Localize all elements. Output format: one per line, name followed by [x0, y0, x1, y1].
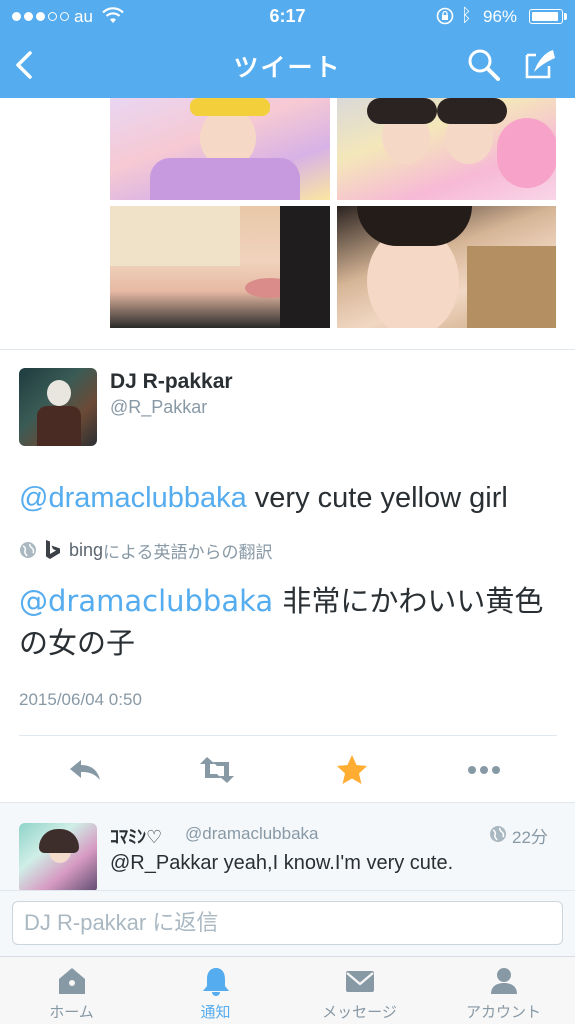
envelope-icon	[345, 971, 374, 992]
translation-note: による英語からの翻訳	[103, 542, 273, 562]
person-icon	[490, 968, 517, 994]
bell-icon	[202, 968, 229, 996]
translated-text: @dramaclubbaka 非常にかわいい黄色の女の子	[19, 580, 559, 664]
tweet-detail-screen: au 6:17 ᛒ 96% ツイート DJ R-pakkar @R_Pakkar…	[0, 0, 575, 1024]
tweet-detail: DJ R-pakkar @R_Pakkar @dramaclubbaka ver…	[0, 350, 575, 802]
reply-text: @R_Pakkar yeah,I know.I'm very cute.	[110, 852, 454, 874]
photo-thumbnail[interactable]	[110, 206, 330, 328]
battery-icon	[529, 9, 563, 24]
reply-author-name[interactable]: ｺﾏﾐﾝ♡	[110, 823, 162, 849]
tab-bar: ホーム 通知 メッセージ アカウント	[0, 956, 575, 1024]
battery-percent: 96%	[483, 7, 518, 26]
tab-messages[interactable]: メッセージ	[288, 957, 431, 1024]
tab-label: アカウント	[465, 1003, 541, 1021]
author-name[interactable]: DJ R-pakkar	[110, 370, 233, 394]
tab-label: ホーム	[49, 1003, 94, 1021]
mention-link[interactable]: @dramaclubbaka	[19, 584, 273, 618]
photo-thumbnail[interactable]	[110, 98, 330, 200]
reply-icon[interactable]	[67, 753, 103, 787]
home-icon	[58, 968, 85, 994]
bluetooth-icon: ᛒ	[461, 5, 472, 25]
tab-notifications[interactable]: 通知	[144, 957, 287, 1024]
globe-icon	[490, 826, 506, 842]
reply-tweet[interactable]: ｺﾏﾐﾝ♡ @dramaclubbaka 22分 @R_Pakkar yeah,…	[0, 802, 575, 893]
author-handle[interactable]: @R_Pakkar	[110, 397, 207, 418]
compose-icon[interactable]	[522, 46, 558, 82]
reply-time: 22分	[512, 828, 548, 847]
photo-thumbnail[interactable]	[337, 98, 556, 200]
retweet-icon[interactable]	[199, 753, 235, 787]
tab-label: 通知	[200, 1003, 231, 1021]
more-icon[interactable]	[466, 753, 502, 787]
top-bar: au 6:17 ᛒ 96% ツイート	[0, 0, 575, 98]
status-bar: au 6:17 ᛒ 96%	[0, 0, 575, 34]
divider	[19, 735, 557, 736]
author-avatar[interactable]	[19, 368, 97, 446]
tab-home[interactable]: ホーム	[0, 957, 143, 1024]
tweet-text-body: very cute yellow girl	[246, 482, 508, 514]
search-icon[interactable]	[466, 47, 502, 83]
tab-label: メッセージ	[322, 1003, 397, 1021]
photo-thumbnail[interactable]	[337, 206, 556, 328]
translation-provider: bing	[69, 539, 104, 560]
translation-attribution: bing による英語からの翻訳	[19, 538, 273, 562]
reply-author-handle[interactable]: @dramaclubbaka	[185, 824, 319, 844]
tweet-text: @dramaclubbaka very cute yellow girl	[19, 482, 508, 515]
mention-link[interactable]: @dramaclubbaka	[19, 482, 247, 514]
tweet-timestamp: 2015/06/04 0:50	[19, 690, 142, 709]
bing-logo-icon	[46, 540, 60, 559]
rotation-lock-icon	[436, 7, 454, 25]
reply-bar	[0, 890, 575, 956]
favorite-icon[interactable]	[334, 753, 370, 787]
globe-icon	[20, 542, 36, 558]
tab-account[interactable]: アカウント	[432, 957, 575, 1024]
photo-grid	[0, 98, 575, 350]
reply-input[interactable]	[12, 901, 563, 945]
reply-avatar[interactable]	[19, 823, 97, 893]
